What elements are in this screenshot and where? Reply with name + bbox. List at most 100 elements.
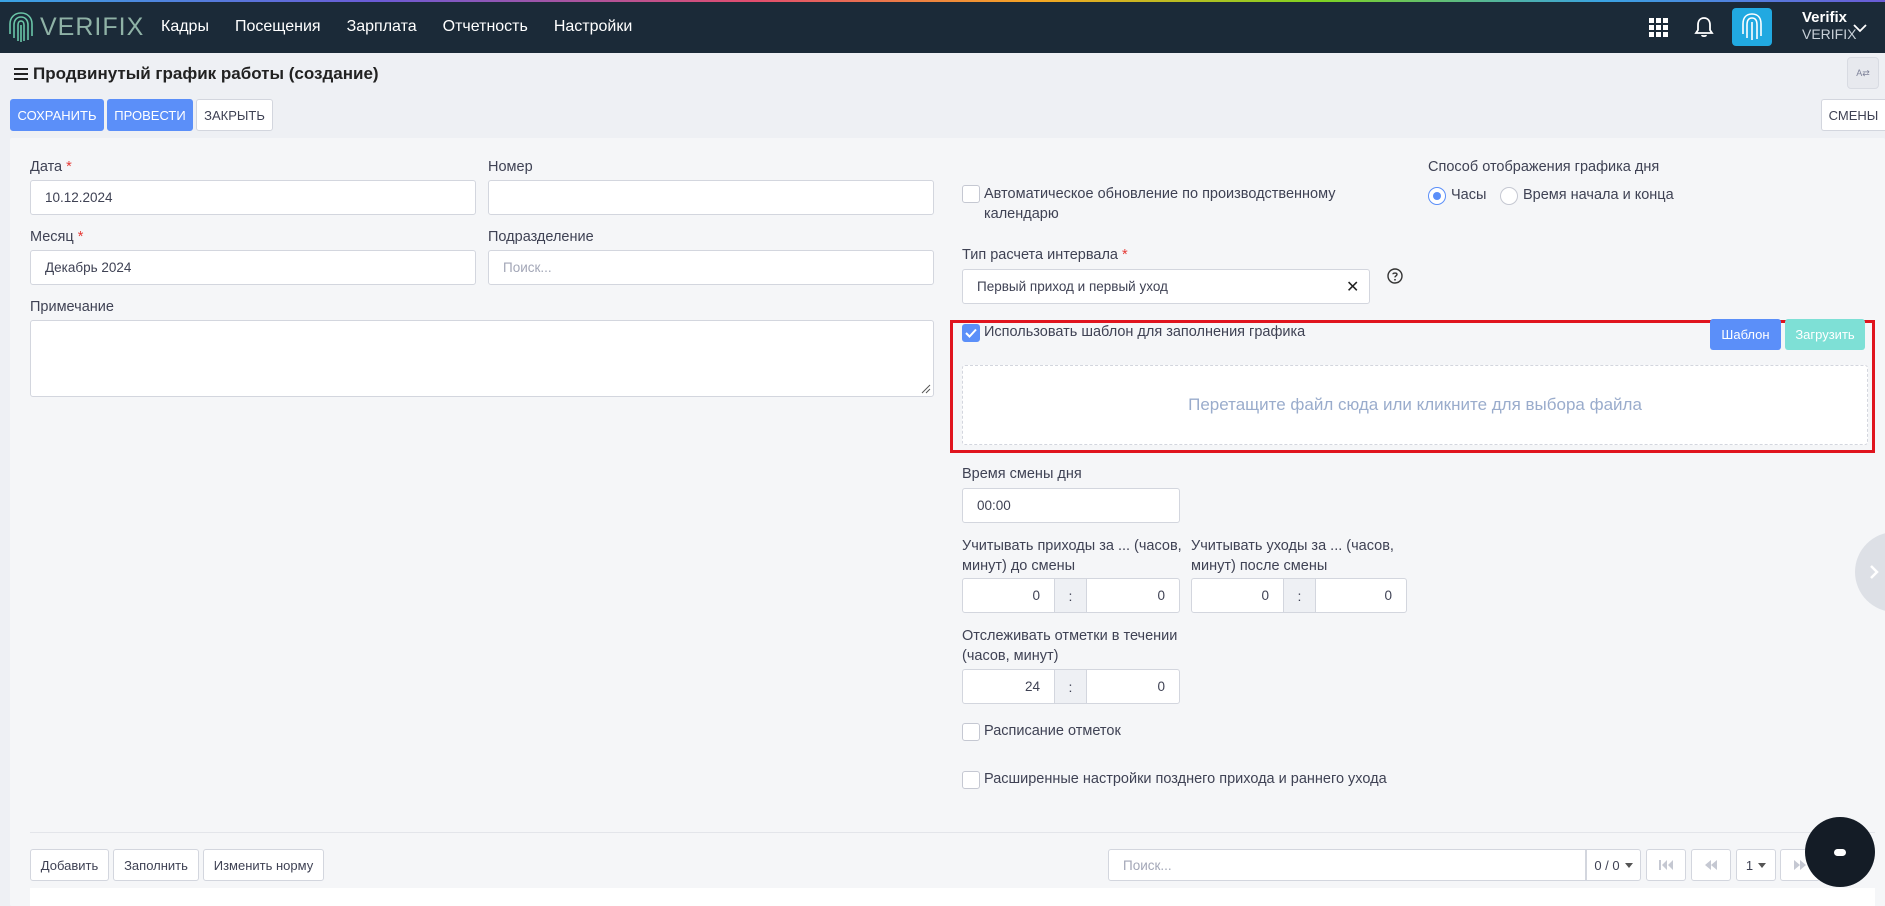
shifts-button[interactable]: СМЕНЫ [1821,99,1885,131]
required-mark: * [66,159,72,175]
template-button[interactable]: Шаблон [1710,319,1781,350]
nav-item-reports[interactable]: Отчетность [443,18,528,36]
table-search-input[interactable]: Поиск... [1108,849,1586,881]
auto-update-label-line1: Автоматическое обновление по производств… [984,186,1336,202]
track-marks-label-line1: Отслеживать отметки в течении [962,628,1178,644]
top-navbar: VERIFIX Кадры Посещения Зарплата Отчетно… [0,0,1885,53]
caret-down-icon [1624,862,1633,868]
fill-button[interactable]: Заполнить [113,849,199,881]
radio-hours-label: Часы [1451,187,1487,203]
clear-icon[interactable]: ✕ [1346,277,1359,297]
brand-logo[interactable]: VERIFIX [8,10,144,44]
interval-type-select[interactable]: Первый приход и первый уход [962,269,1370,304]
arrivals-before-minutes[interactable]: 0 [1086,578,1180,613]
number-label: Номер [488,159,533,175]
extended-late-checkbox[interactable] [962,771,980,789]
arrivals-before-label: Учитывать приходы за ... (часов, минут) … [962,536,1182,576]
time-separator: : [1284,578,1315,613]
display-mode-label: Способ отображения графика дня [1428,159,1660,175]
translate-button[interactable]: A⇄ [1847,57,1879,89]
interval-type-label: Тип расчета интервала * [962,247,1128,263]
interval-type-label-text: Тип расчета интервала [962,247,1118,263]
auto-update-label: Автоматическое обновление по производств… [984,184,1336,224]
user-menu[interactable]: Verifix VERIFIX [1802,9,1856,43]
departures-after-minutes[interactable]: 0 [1315,578,1407,613]
page-select[interactable]: 1 [1736,849,1776,881]
track-marks-minutes[interactable]: 0 [1086,669,1180,704]
month-label-text: Месяц [30,229,74,245]
extended-late-label: Расширенные настройки позднего прихода и… [984,771,1387,787]
required-mark: * [1122,247,1128,263]
arrivals-before-hours[interactable]: 0 [962,578,1055,613]
record-count-dropdown[interactable]: 0 / 0 [1586,849,1641,881]
divider [30,832,1875,833]
change-norm-button[interactable]: Изменить норму [203,849,324,881]
track-marks-hours[interactable]: 24 [962,669,1055,704]
arrivals-before-label-line1: Учитывать приходы за ... (часов, [962,538,1182,554]
date-label-text: Дата [30,159,63,175]
departures-after-label: Учитывать уходы за ... (часов, минут) по… [1191,536,1394,576]
departures-after-label-line2: минут) после смены [1191,558,1328,574]
caret-down-icon [1758,862,1767,868]
departures-after-label-line1: Учитывать уходы за ... (часов, [1191,538,1394,554]
auto-update-checkbox[interactable] [962,185,980,203]
nav-item-salary[interactable]: Зарплата [347,18,417,36]
use-template-label: Использовать шаблон для заполнения графи… [984,324,1306,340]
chat-icon [1834,848,1846,856]
month-field[interactable]: Декабрь 2024 [30,250,476,285]
nav-item-settings[interactable]: Настройки [554,18,632,36]
translate-icon: A⇄ [1856,67,1870,78]
radio-start-end[interactable] [1500,187,1518,205]
brand-name: VERIFIX [40,12,145,41]
date-label: Дата * [30,159,72,175]
nav-item-attendance[interactable]: Посещения [235,18,321,36]
file-dropzone[interactable]: Перетащите файл сюда или кликните для вы… [962,365,1868,445]
help-icon[interactable] [1387,268,1403,284]
post-button[interactable]: ПРОВЕСТИ [107,99,193,131]
page-number: 1 [1745,857,1754,873]
upload-button[interactable]: Загрузить [1785,319,1865,350]
division-search-input[interactable]: Поиск... [488,250,934,285]
close-button[interactable]: ЗАКРЫТЬ [196,99,273,131]
note-textarea[interactable] [30,320,934,397]
track-marks-label: Отслеживать отметки в течении (часов, ми… [962,626,1177,666]
shift-change-time-input[interactable]: 00:00 [962,488,1180,523]
nav-item-staff[interactable]: Кадры [161,18,209,36]
chevron-down-icon[interactable] [1852,22,1868,34]
chat-button[interactable] [1805,817,1875,887]
add-button[interactable]: Добавить [30,849,109,881]
use-template-checkbox[interactable] [962,324,980,342]
division-label: Подразделение [488,229,594,245]
number-field[interactable] [488,180,934,215]
month-label: Месяц * [30,229,83,245]
prev-page-icon [1705,860,1717,870]
first-page-button[interactable] [1646,849,1686,881]
marks-schedule-checkbox[interactable] [962,723,980,741]
marks-schedule-label: Расписание отметок [984,723,1121,739]
resize-handle-icon[interactable] [921,384,931,394]
user-company: VERIFIX [1802,26,1857,42]
arrivals-before-label-line2: минут) до смены [962,558,1076,574]
page-title: Продвинутый график работы (создание) [33,64,379,83]
radio-start-end-label: Время начала и конца [1523,187,1674,203]
main-nav: Кадры Посещения Зарплата Отчетность Наст… [148,0,645,53]
shift-change-time-label: Время смены дня [962,466,1082,482]
required-mark: * [77,229,84,245]
apps-grid-icon[interactable] [1646,15,1670,39]
radio-hours[interactable] [1428,187,1446,205]
fingerprint-icon [1742,13,1762,40]
note-label: Примечание [30,299,114,315]
time-separator: : [1055,578,1086,613]
prev-page-button[interactable] [1691,849,1731,881]
bell-icon[interactable] [1692,15,1716,39]
menu-icon[interactable] [14,68,28,80]
track-marks-label-line2: (часов, минут) [962,648,1059,664]
time-separator: : [1055,669,1086,704]
departures-after-hours[interactable]: 0 [1191,578,1284,613]
avatar[interactable] [1732,8,1772,46]
first-page-icon [1659,860,1673,870]
date-field[interactable]: 10.12.2024 [30,180,476,215]
save-button[interactable]: СОХРАНИТЬ [10,99,104,131]
record-count: 0 / 0 [1594,857,1620,873]
page-header: Продвинутый график работы (создание) [14,64,379,84]
